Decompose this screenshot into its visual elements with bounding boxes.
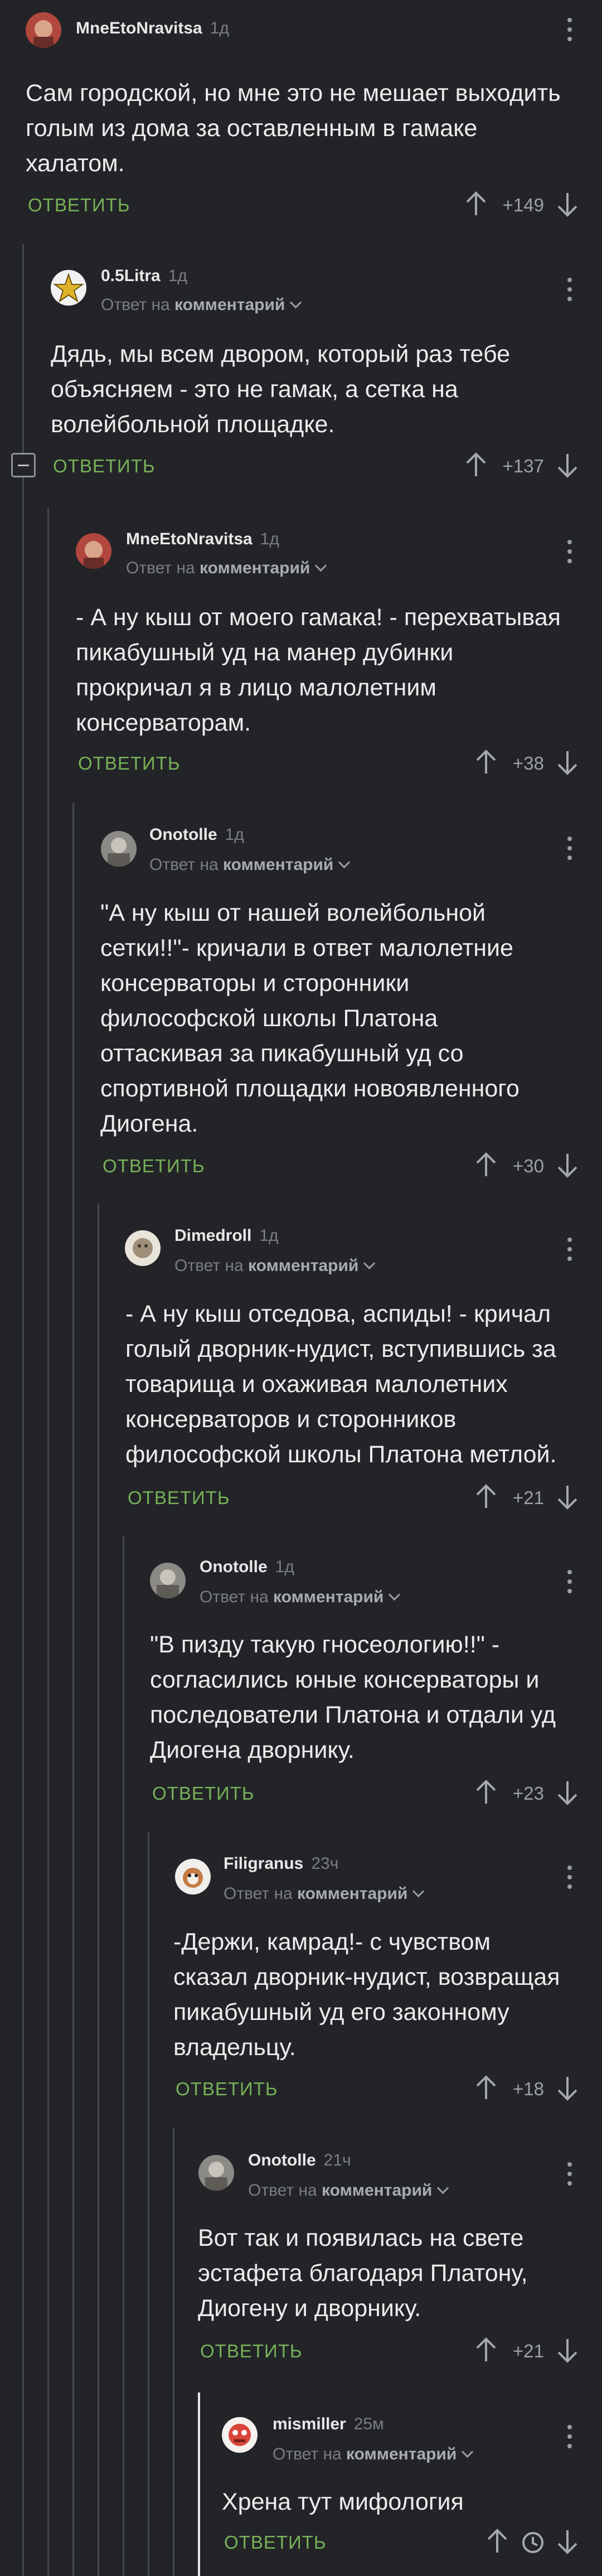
reply-to-link[interactable]: Ответ на комментарий	[174, 1256, 376, 1275]
chevron-down-icon	[290, 296, 302, 309]
author-name[interactable]: Filigranus 23ч	[224, 1854, 338, 1873]
chevron-down-icon	[412, 1885, 425, 1898]
comment-text: -Держи, камрад!- с чувством сказал дворн…	[173, 1929, 560, 2061]
downvote-icon[interactable]	[555, 749, 580, 776]
author-name[interactable]: 0.5Litra 1д	[101, 267, 187, 286]
chevron-down-icon	[315, 559, 327, 572]
reply-button[interactable]: ОТВЕТИТЬ	[128, 1487, 230, 1509]
reply-button[interactable]: ОТВЕТИТЬ	[78, 753, 181, 774]
reply-to-link[interactable]: Ответ на комментарий	[149, 856, 351, 874]
collapse-thread-button[interactable]	[11, 453, 36, 477]
reply-button[interactable]: ОТВЕТИТЬ	[200, 2341, 303, 2362]
upvote-icon[interactable]	[474, 1152, 498, 1178]
rating-value: +18	[513, 2079, 544, 2099]
comment-text: Дядь, мы всем двором, который раз тебе о…	[51, 341, 511, 438]
thread-line-2	[47, 508, 49, 2576]
downvote-icon[interactable]	[555, 1779, 580, 1806]
chevron-down-icon	[363, 1257, 376, 1270]
rating-value: +30	[513, 1156, 544, 1176]
comment-text: - А ну кыш от моего гамака! - перехватыв…	[76, 604, 561, 736]
chevron-down-icon	[437, 2182, 449, 2195]
avatar[interactable]	[150, 1563, 186, 1598]
reply-button[interactable]: ОТВЕТИТЬ	[53, 456, 156, 477]
downvote-icon[interactable]	[555, 2528, 580, 2555]
chevron-down-icon	[338, 856, 351, 869]
downvote-icon[interactable]	[555, 2337, 580, 2364]
comment-text: "А ну кыш от нашей волейбольной сетки!!"…	[100, 900, 520, 1137]
more-options-icon[interactable]	[567, 18, 572, 46]
thread-line-3	[72, 803, 74, 2576]
author-name[interactable]: Onotolle 1д	[200, 1558, 294, 1577]
author-name[interactable]: Onotolle 1д	[149, 825, 244, 844]
clock-icon	[522, 2532, 543, 2553]
thread-line-5	[123, 1536, 124, 2576]
more-options-icon[interactable]	[567, 837, 572, 865]
avatar[interactable]	[26, 12, 61, 48]
rating-value: +149	[502, 195, 544, 215]
reply-to-link[interactable]: Ответ на комментарий	[224, 1884, 425, 1903]
downvote-icon[interactable]	[555, 452, 580, 479]
rating-value: +23	[513, 1783, 544, 1804]
avatar[interactable]	[125, 1230, 161, 1266]
avatar[interactable]	[175, 1859, 211, 1894]
avatar[interactable]	[101, 831, 137, 867]
more-options-icon[interactable]	[567, 540, 572, 568]
comment-text: Сам городской, но мне это не мешает выхо…	[26, 80, 561, 177]
comment-text: - А ну кыш отседова, аспиды! - кричал го…	[125, 1301, 557, 1468]
upvote-icon[interactable]	[474, 1779, 498, 1806]
thread-line-6	[148, 1832, 149, 2576]
rating-value: +21	[513, 2341, 544, 2361]
author-name[interactable]: MneEtoNravitsa 1д	[126, 530, 279, 549]
upvote-icon[interactable]	[485, 2528, 509, 2555]
downvote-icon[interactable]	[555, 1483, 580, 1510]
reply-button[interactable]: ОТВЕТИТЬ	[224, 2532, 327, 2553]
avatar[interactable]	[76, 533, 111, 569]
downvote-icon[interactable]	[555, 2075, 580, 2101]
author-name[interactable]: mismiller 25м	[273, 2415, 384, 2434]
reply-to-link[interactable]: Ответ на комментарий	[200, 1588, 401, 1607]
upvote-icon[interactable]	[474, 2075, 498, 2101]
author-name[interactable]: Onotolle 21ч	[248, 2151, 351, 2170]
chevron-down-icon	[389, 1588, 401, 1601]
more-options-icon[interactable]	[567, 1865, 572, 1894]
downvote-icon[interactable]	[555, 191, 580, 218]
more-options-icon[interactable]	[567, 2162, 572, 2191]
upvote-icon[interactable]	[474, 749, 498, 776]
more-options-icon[interactable]	[567, 278, 572, 306]
thread-line-active	[198, 2393, 200, 2576]
thread-line-7	[173, 2128, 174, 2576]
chevron-down-icon	[462, 2445, 474, 2458]
upvote-icon[interactable]	[464, 191, 488, 218]
avatar[interactable]	[222, 2417, 258, 2453]
reply-to-link[interactable]: Ответ на комментарий	[248, 2181, 449, 2200]
reply-button[interactable]: ОТВЕТИТЬ	[28, 195, 130, 216]
more-options-icon[interactable]	[567, 2425, 572, 2453]
upvote-icon[interactable]	[464, 452, 488, 479]
more-options-icon[interactable]	[567, 1238, 572, 1266]
upvote-icon[interactable]	[474, 2337, 498, 2364]
avatar[interactable]	[51, 270, 86, 306]
rating-value: +38	[513, 753, 544, 774]
comment-text: "В пизду такую гносеологию!!" - согласил…	[150, 1631, 556, 1763]
reply-to-link[interactable]: Ответ на комментарий	[126, 559, 327, 578]
upvote-icon[interactable]	[474, 1483, 498, 1510]
downvote-icon[interactable]	[555, 1152, 580, 1178]
reply-button[interactable]: ОТВЕТИТЬ	[176, 2079, 278, 2100]
reply-button[interactable]: ОТВЕТИТЬ	[103, 1156, 205, 1177]
reply-button[interactable]: ОТВЕТИТЬ	[152, 1783, 255, 1804]
comment-text: Хрена тут мифология	[222, 2488, 464, 2515]
more-options-icon[interactable]	[567, 1570, 572, 1598]
comment-text: Вот так и появилась на свете эстафета бл…	[198, 2225, 528, 2322]
author-name[interactable]: Dimedroll 1д	[174, 1226, 279, 1245]
thread-line-1	[22, 244, 24, 2576]
rating-value: +21	[513, 1487, 544, 1508]
reply-to-link[interactable]: Ответ на комментарий	[273, 2445, 474, 2464]
rating-value: +137	[502, 456, 544, 476]
author-name[interactable]: MneEtoNravitsa 1д	[76, 19, 229, 38]
reply-to-link[interactable]: Ответ на комментарий	[101, 296, 302, 315]
avatar[interactable]	[198, 2155, 234, 2191]
thread-line-4	[98, 1205, 99, 2576]
